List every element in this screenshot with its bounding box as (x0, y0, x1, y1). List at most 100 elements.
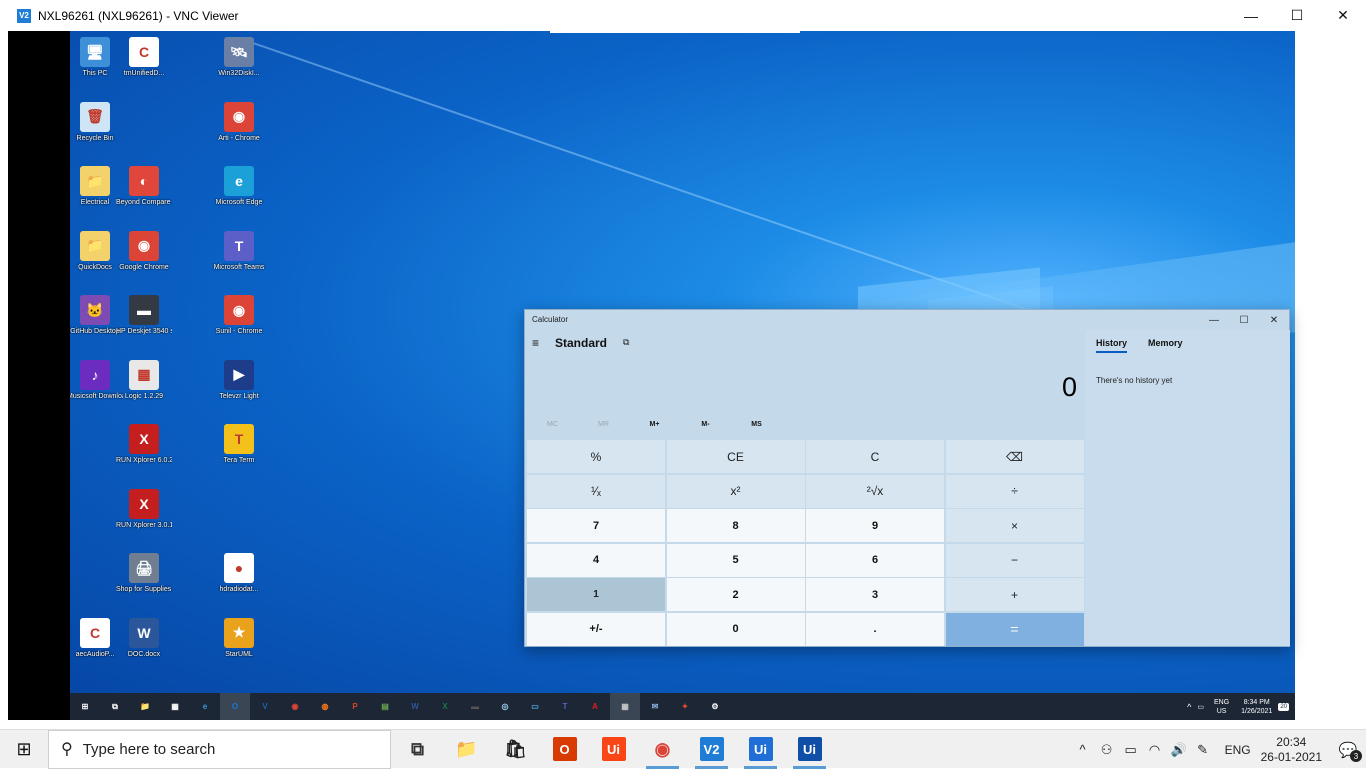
close-button[interactable]: ✕ (1320, 0, 1366, 31)
maximize-button[interactable]: ☐ (1274, 0, 1320, 31)
key-square-button[interactable]: x² (666, 474, 805, 508)
search-box[interactable]: ⚲ Type here to search (48, 729, 391, 769)
remote-taskbar-mail[interactable]: ✉ (640, 693, 670, 720)
taskbar-office[interactable]: O (540, 730, 589, 769)
tab-memory[interactable]: Memory (1148, 338, 1183, 348)
remote-taskbar-start[interactable]: ⊞ (70, 693, 100, 720)
desktop-shortcut[interactable]: ▬ HP Deskjet 3540 series (116, 295, 172, 336)
key-negate-button[interactable]: +/- (527, 612, 665, 646)
remote-taskbar-xplorer[interactable]: ✦ (670, 693, 700, 720)
remote-taskbar-terminal[interactable]: ▬ (460, 693, 490, 720)
remote-taskbar-file-explorer[interactable]: 📁 (130, 693, 160, 720)
taskbar-file-explorer[interactable]: 📁 (442, 730, 491, 769)
taskbar-uipath-orange[interactable]: Ui (589, 730, 638, 769)
people-icon[interactable]: ⚇ (1095, 742, 1119, 758)
remote-taskbar-notepad[interactable]: ▤ (370, 693, 400, 720)
calculator-minimize-button[interactable]: — (1199, 310, 1229, 330)
key-six-button[interactable]: 6 (806, 543, 944, 577)
remote-notification-badge[interactable]: 20 (1278, 702, 1289, 711)
memory-button-mminus[interactable]: M- (680, 421, 731, 428)
desktop-shortcut[interactable]: 🗑 Recycle Bin (70, 101, 123, 143)
desktop-shortcut[interactable]: W DOC.docx (116, 617, 172, 659)
key-three-button[interactable]: 3 (806, 578, 944, 611)
tray-chevron-icon[interactable]: ^ (1187, 702, 1191, 712)
volume-icon[interactable]: 🔊 (1167, 742, 1191, 758)
clock[interactable]: 20:34 26-01-2021 (1261, 735, 1322, 765)
remote-taskbar-calculator[interactable]: ▦ (610, 693, 640, 720)
start-button[interactable]: ⊞ (0, 730, 48, 769)
key-reciprocal-button[interactable]: ¹⁄ₓ (527, 474, 665, 508)
desktop-shortcut[interactable]: ▶ Televzr Light (211, 359, 267, 401)
remote-taskbar-acrobat[interactable]: A (580, 693, 610, 720)
key-add-button[interactable]: + (945, 578, 1084, 611)
desktop-shortcut[interactable]: ◐ Beyond Compare 4 (116, 166, 172, 207)
hamburger-menu-icon[interactable]: ≡ (532, 336, 539, 350)
key-five-button[interactable]: 5 (666, 543, 805, 577)
remote-taskbar-teams[interactable]: T (550, 693, 580, 720)
remote-taskbar-internet-explorer[interactable]: e (190, 693, 220, 720)
remote-taskbar-powerpoint[interactable]: P (340, 693, 370, 720)
remote-taskbar-task-view[interactable]: ⧉ (100, 693, 130, 720)
desktop-shortcut[interactable]: 🛰 Win32DiskI... (211, 37, 267, 78)
desktop-shortcut[interactable]: ◉ Arti - Chrome (211, 101, 267, 143)
key-percent-button[interactable]: % (527, 440, 665, 473)
taskbar-uipath-dark[interactable]: Ui (785, 730, 834, 769)
key-divide-button[interactable]: ÷ (945, 474, 1084, 508)
remote-taskbar-firefox[interactable]: ◍ (310, 693, 340, 720)
desktop-shortcut[interactable]: T Microsoft Teams (211, 230, 267, 272)
remote-taskbar-vnc[interactable]: V (250, 693, 280, 720)
remote-taskbar-word[interactable]: W (400, 693, 430, 720)
taskbar-chrome[interactable]: ◉ (638, 730, 687, 769)
key-nine-button[interactable]: 9 (806, 509, 944, 542)
desktop-shortcut[interactable]: T Tera Term (211, 424, 267, 465)
keep-on-top-icon[interactable]: ⧉ (623, 337, 629, 348)
key-two-button[interactable]: 2 (666, 578, 805, 611)
taskbar-task-view[interactable]: ⧉ (393, 730, 442, 769)
memory-button-mplus[interactable]: M+ (629, 421, 680, 428)
minimize-button[interactable]: — (1228, 0, 1274, 31)
key-eight-button[interactable]: 8 (666, 509, 805, 542)
desktop-shortcut[interactable]: X RUN Xplorer 3.0.10 (116, 488, 172, 530)
wifi-icon[interactable]: ◠ (1143, 742, 1167, 758)
remote-taskbar-excel[interactable]: X (430, 693, 460, 720)
taskbar-uipath-blue[interactable]: Ui (736, 730, 785, 769)
key-clear-entry-button[interactable]: CE (666, 440, 805, 473)
desktop-shortcut[interactable]: ▦ Logic 1.2.29 (116, 359, 172, 401)
memory-button-ms[interactable]: MS (731, 421, 782, 428)
language-indicator[interactable]: ENG (1225, 743, 1251, 757)
key-four-button[interactable]: 4 (527, 543, 665, 577)
remote-taskbar-outlook[interactable]: O (220, 693, 250, 720)
remote-clock[interactable]: 8:34 PM 1/26/2021 (1241, 698, 1272, 716)
remote-taskbar-browser[interactable]: ◎ (490, 693, 520, 720)
remote-taskbar-chrome[interactable]: ◉ (280, 693, 310, 720)
key-one-button[interactable]: 1 (527, 578, 665, 611)
key-decimal-button[interactable]: . (806, 612, 944, 646)
taskbar-store[interactable]: 🛍 (491, 730, 540, 769)
desktop-shortcut[interactable]: X RUN Xplorer 6.0.2 (116, 424, 172, 465)
calculator-maximize-button[interactable]: ☐ (1229, 310, 1259, 330)
desktop-shortcut[interactable]: CtmUnifiedD... (116, 37, 172, 78)
desktop-shortcut[interactable]: ◉ Sunil - Chrome (211, 295, 267, 336)
key-clear-button[interactable]: C (806, 440, 944, 473)
desktop-shortcut[interactable]: ◉ Google Chrome (116, 230, 172, 272)
tab-history[interactable]: History (1096, 338, 1128, 353)
desktop-shortcut[interactable]: ● hdradiodat... (211, 553, 267, 594)
key-square-root-button[interactable]: ²√x (806, 474, 944, 508)
key-multiply-button[interactable]: × (945, 509, 1084, 542)
tray-chevron-icon[interactable]: ^ (1071, 742, 1095, 757)
calculator-close-button[interactable]: ✕ (1259, 310, 1289, 330)
battery-icon[interactable]: ▭ (1119, 742, 1143, 758)
key-equals-button[interactable]: = (945, 612, 1084, 646)
remote-taskbar-settings[interactable]: ⚙ (700, 693, 730, 720)
desktop-shortcut[interactable]: e Microsoft Edge (211, 166, 267, 207)
keyboard-icon[interactable]: ▭ (1197, 703, 1204, 711)
pen-icon[interactable]: ✎ (1191, 742, 1215, 758)
key-backspace-button[interactable]: ⌫ (945, 440, 1084, 473)
remote-taskbar-calculator-grid[interactable]: ▦ (160, 693, 190, 720)
action-center-button[interactable]: 💬 3 (1330, 730, 1366, 769)
desktop-shortcut[interactable]: 🖨 Shop for Supplies - ... (116, 553, 172, 594)
key-subtract-button[interactable]: − (945, 543, 1084, 577)
desktop-shortcut[interactable]: ★ StarUML (211, 617, 267, 659)
remote-language-indicator[interactable]: ENG US (1214, 698, 1229, 716)
key-zero-button[interactable]: 0 (666, 612, 805, 646)
